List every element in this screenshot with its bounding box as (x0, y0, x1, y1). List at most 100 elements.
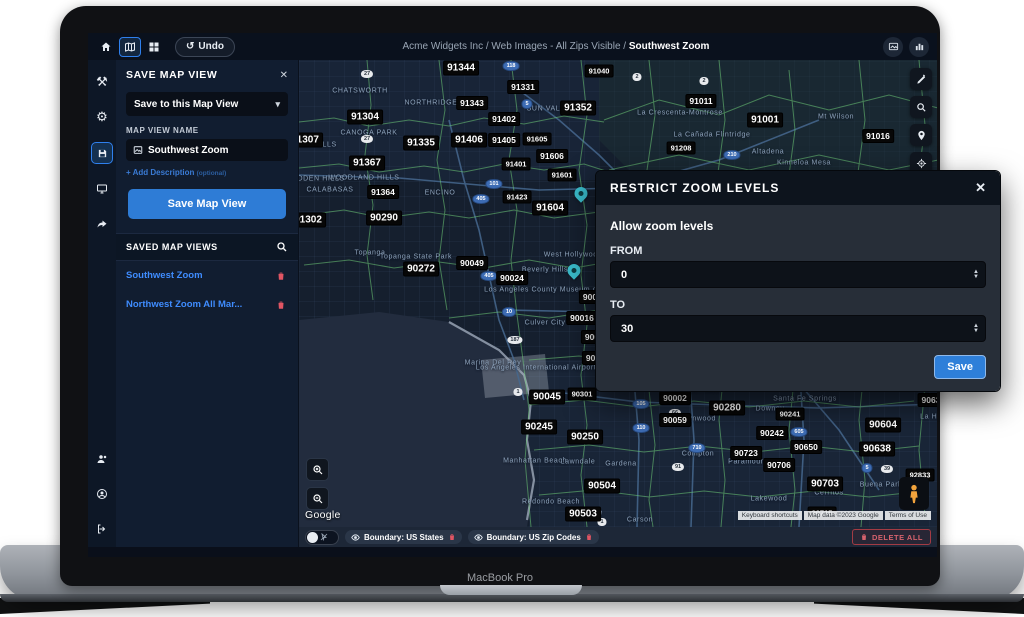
boundary-pill[interactable]: Boundary: US Zip Codes (468, 530, 599, 544)
bottom-bar: Boundary: US States Boundary: US Zip Cod… (299, 527, 937, 547)
trash-icon[interactable] (276, 300, 286, 310)
trash-icon[interactable] (585, 533, 593, 541)
user-settings-button[interactable] (92, 449, 112, 469)
from-stepper[interactable]: ▲▼ (973, 270, 979, 280)
tools-icon: ⚒ (96, 74, 108, 90)
to-input[interactable]: 30 ▲▼ (610, 315, 986, 342)
save-mode-dropdown[interactable]: Save to this Map View ▾ (126, 92, 288, 116)
zip-label: 91304 (347, 110, 383, 125)
undo-button[interactable]: ↺ Undo (175, 37, 235, 57)
pegman-control[interactable] (899, 477, 929, 510)
share-button[interactable] (92, 214, 112, 234)
home-button[interactable] (96, 38, 116, 56)
highway-shield: 1 (513, 388, 522, 396)
toggle-knob (307, 532, 318, 543)
tools-button[interactable]: ⚒ (92, 72, 112, 92)
zip-label: 90703 (807, 477, 843, 492)
saved-map-view-link[interactable]: Southwest Zoom (126, 270, 203, 281)
highway-shield: 27 (361, 135, 373, 143)
place-label: Topanga State Park (380, 254, 452, 261)
zip-label: 90280 (709, 401, 745, 416)
modal-save-button[interactable]: Save (934, 355, 986, 379)
trash-icon[interactable] (448, 533, 456, 541)
image-icon (888, 41, 899, 52)
to-stepper[interactable]: ▲▼ (973, 324, 979, 334)
page: MacBook Pro ↺ Undo Acme Widgets Inc / We… (0, 0, 1024, 617)
zip-label: 91401 (502, 158, 531, 171)
from-input[interactable]: 0 ▲▼ (610, 261, 986, 288)
account-button[interactable] (92, 484, 112, 504)
attribution-link[interactable]: Keyboard shortcuts (738, 511, 802, 520)
user-circle-icon (96, 488, 108, 500)
add-description-link[interactable]: + Add Description (optional) (126, 168, 288, 177)
zoom-in-icon (312, 464, 324, 476)
save-map-view-panel: SAVE MAP VIEW ✕ Save to this Map View ▾ … (116, 60, 299, 547)
zoom-out-button[interactable] (306, 487, 329, 510)
search-icon[interactable] (276, 241, 288, 253)
from-label: FROM (610, 245, 986, 257)
boundary-toggle[interactable] (305, 530, 339, 545)
attribution-link[interactable]: Terms of Use (885, 511, 931, 520)
display-button[interactable] (92, 179, 112, 199)
place-label: HIDDEN HILLS (299, 176, 345, 183)
attribution-link[interactable]: Map data ©2023 Google (804, 511, 883, 520)
zoom-in-button[interactable] (306, 458, 329, 481)
zip-label: 90059 (659, 413, 691, 427)
saved-map-views-title: SAVED MAP VIEWS (126, 242, 218, 252)
export-image-button[interactable] (883, 37, 903, 57)
delete-all-button[interactable]: DELETE ALL (852, 529, 931, 545)
google-logo: Google (305, 509, 341, 521)
zip-label: 91344 (443, 61, 479, 76)
highway-shield: 101 (485, 179, 502, 189)
place-label: La Ha (920, 414, 937, 421)
zip-label: 91423 (503, 191, 532, 204)
logout-button[interactable] (92, 519, 112, 539)
highway-shield: 27 (361, 70, 373, 78)
trash-icon[interactable] (276, 271, 286, 281)
boundary-pill[interactable]: Boundary: US States (345, 530, 462, 544)
zip-label: 90242 (756, 426, 788, 440)
settings-button[interactable]: ⚙ (92, 107, 112, 127)
boundary-pill-label: Boundary: US States (364, 533, 444, 542)
place-label: Redondo Beach (522, 499, 580, 506)
laptop-base-edge (0, 594, 1024, 602)
zip-label: 91307 (299, 133, 323, 148)
zip-label: 90503 (565, 507, 601, 522)
place-label: Carson (627, 517, 653, 524)
map-search-button[interactable] (910, 96, 932, 118)
modal-close-icon[interactable]: ✕ (975, 180, 986, 196)
saved-map-view-link[interactable]: Northwest Zoom All Mar... (126, 299, 242, 310)
monitor-icon (96, 183, 108, 195)
zip-label: 9063 (918, 393, 937, 407)
map-icon (124, 41, 136, 53)
draw-button[interactable] (910, 68, 932, 90)
zip-label: 91405 (488, 133, 520, 147)
save-map-view-button[interactable]: Save Map View (128, 189, 286, 219)
zip-label: 91601 (548, 169, 577, 182)
zip-label: 91335 (403, 136, 439, 151)
zip-label: 90272 (403, 262, 439, 277)
highway-shield: 5 (521, 99, 532, 109)
search-icon (916, 102, 927, 113)
zip-label: 91343 (456, 96, 488, 110)
breadcrumb: Acme Widgets Inc / Web Images - All Zips… (235, 41, 877, 52)
eye-icon (474, 533, 483, 542)
panel-close-icon[interactable]: ✕ (280, 70, 288, 81)
zip-label: 90024 (496, 271, 528, 285)
save-view-nav-button[interactable] (91, 142, 113, 164)
map-view-name-input[interactable]: Southwest Zoom (126, 139, 288, 161)
zip-label: 90241 (776, 408, 805, 421)
map-view-button[interactable] (119, 37, 141, 57)
zip-label: 91001 (747, 113, 783, 128)
place-label: Mt Wilson (818, 114, 854, 121)
pen-icon (916, 74, 927, 85)
highway-shield: 5 (861, 463, 872, 473)
zip-label: 90250 (567, 430, 603, 445)
table-view-button[interactable] (144, 38, 164, 56)
highway-shield: 91 (672, 463, 684, 471)
pin-button[interactable] (910, 124, 932, 146)
zip-label: 90245 (521, 420, 557, 435)
analytics-button[interactable] (909, 37, 929, 57)
zip-label: 91402 (488, 112, 520, 126)
saved-map-view-row: Southwest Zoom (116, 261, 298, 290)
